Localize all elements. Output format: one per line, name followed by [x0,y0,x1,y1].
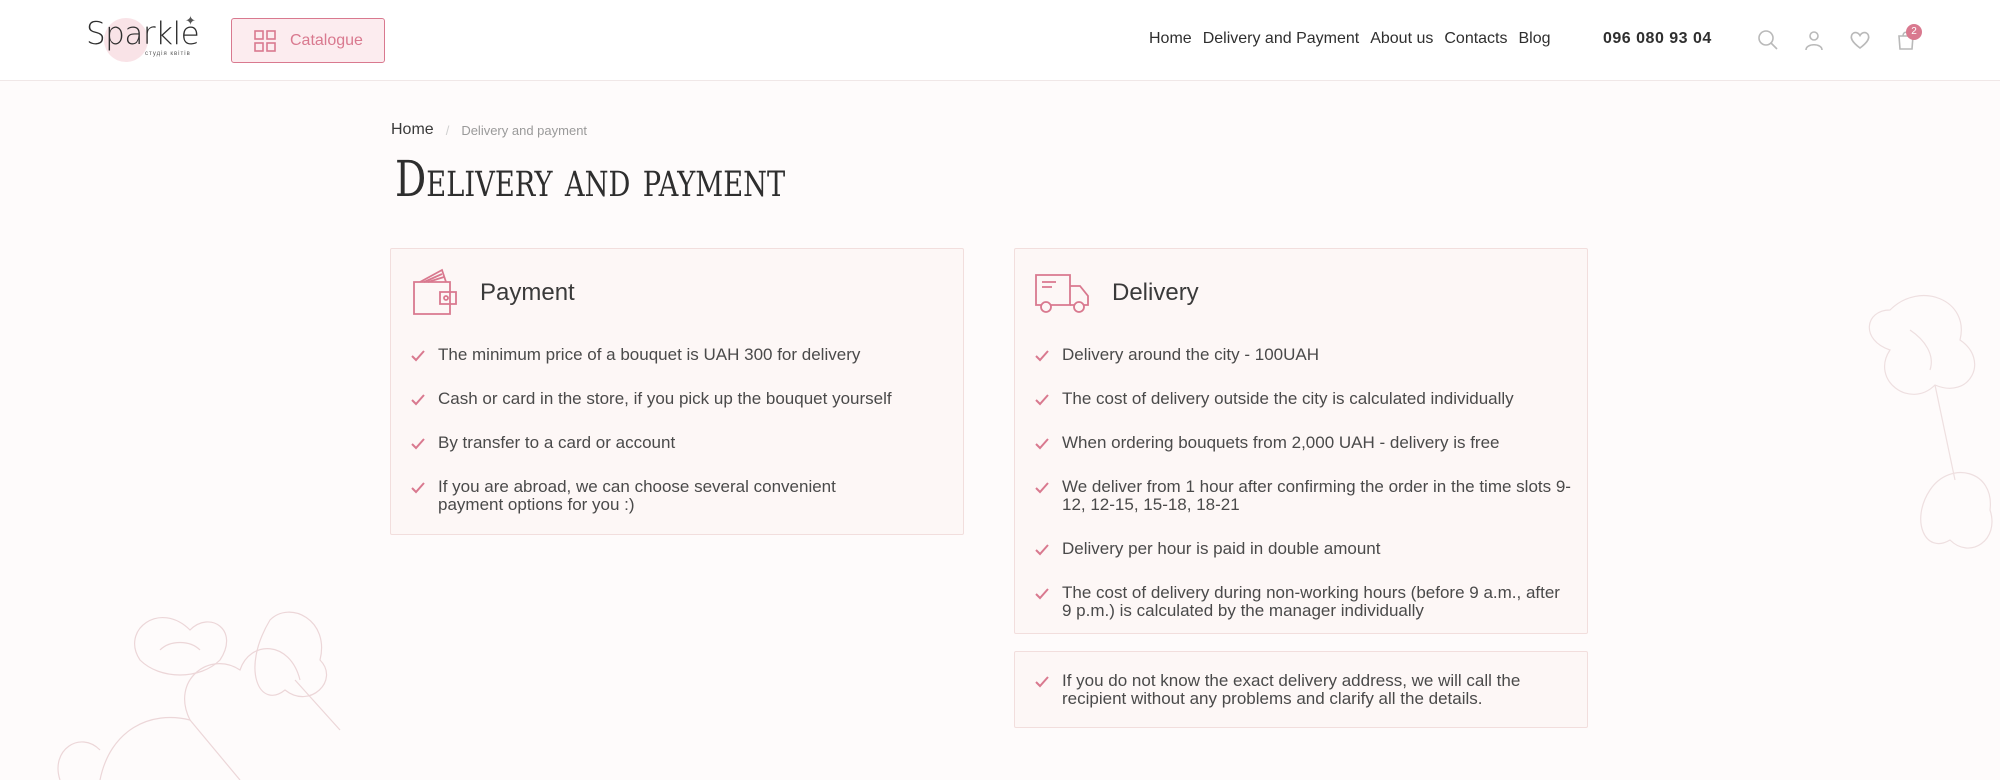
site-header: Sparkle ✦ студія квітів Catalogue Home D… [0,0,2000,81]
catalogue-label: Catalogue [290,31,363,49]
list-item: Delivery around the city - 100UAH [1034,346,1574,364]
delivery-card: Delivery Delivery around the city - 100U… [1014,248,1588,634]
check-icon [411,350,425,362]
list-item: If you do not know the exact delivery ad… [1034,672,1574,708]
delivery-note-card: If you do not know the exact delivery ad… [1014,651,1588,728]
list-item: Cash or card in the store, if you pick u… [410,390,950,408]
nav-home[interactable]: Home [1149,30,1192,48]
catalogue-button[interactable]: Catalogue [231,18,385,63]
breadcrumb-separator: / [445,122,450,138]
check-icon [1035,588,1049,600]
note-text: If you do not know the exact delivery ad… [1062,671,1521,708]
truck-icon [1035,274,1089,313]
wallet-icon [413,268,457,315]
logo-text: Sparkle [86,16,200,52]
list-item: The cost of delivery outside the city is… [1034,390,1574,408]
check-icon [1035,482,1049,494]
payment-title: Payment [480,279,575,306]
breadcrumb: Home / Delivery and payment [391,121,587,139]
list-item: The minimum price of a bouquet is UAH 30… [410,346,950,364]
breadcrumb-home[interactable]: Home [391,121,434,139]
logo[interactable]: Sparkle ✦ студія квітів [86,13,206,64]
user-icon[interactable] [1802,28,1826,52]
list-item-text: By transfer to a card or account [438,433,676,452]
check-icon [1035,438,1049,450]
delivery-list: Delivery around the city - 100UAH The co… [1034,346,1574,620]
list-item-text: The cost of delivery during non-working … [1062,583,1560,620]
check-icon [411,438,425,450]
grid-icon [254,29,276,52]
heart-icon[interactable] [1848,28,1872,52]
list-item-text: Delivery per hour is paid in double amou… [1062,539,1381,558]
payment-card-header: Payment [410,268,575,318]
logo-tagline: студія квітів [145,51,191,57]
check-icon [411,394,425,406]
list-item-text: If you are abroad, we can choose several… [438,477,836,514]
list-item-text: Cash or card in the store, if you pick u… [438,389,892,408]
check-icon [1035,350,1049,362]
delivery-title: Delivery [1112,279,1199,306]
list-item: The cost of delivery during non-working … [1034,584,1574,620]
payment-card: Payment The minimum price of a bouquet i… [390,248,964,535]
search-icon[interactable] [1756,28,1780,52]
main-nav: Home Delivery and Payment About us Conta… [1149,30,1551,48]
flower-decoration-left [57,611,341,780]
list-item: By transfer to a card or account [410,434,950,452]
check-icon [1035,544,1049,556]
cart-count-badge: 2 [1906,24,1922,40]
list-item-text: The cost of delivery outside the city is… [1062,389,1514,408]
flower-decoration-right [1868,294,1993,549]
phone-number[interactable]: 096 080 93 04 [1603,30,1712,48]
list-item: We deliver from 1 hour after confirming … [1034,478,1574,514]
list-item: Delivery per hour is paid in double amou… [1034,540,1574,558]
list-item-text: The minimum price of a bouquet is UAH 30… [438,345,861,364]
list-item-text: Delivery around the city - 100UAH [1062,345,1320,364]
list-item: When ordering bouquets from 2,000 UAH - … [1034,434,1574,452]
nav-contacts[interactable]: Contacts [1444,30,1507,48]
sparkle-icon: ✦ [185,13,196,28]
nav-delivery-payment[interactable]: Delivery and Payment [1203,30,1360,48]
delivery-card-header: Delivery [1034,272,1199,314]
nav-about[interactable]: About us [1370,30,1433,48]
check-icon [1035,676,1049,688]
nav-blog[interactable]: Blog [1519,30,1551,48]
list-item-text: When ordering bouquets from 2,000 UAH - … [1062,433,1500,452]
note-list: If you do not know the exact delivery ad… [1034,672,1574,708]
list-item: If you are abroad, we can choose several… [410,478,950,514]
breadcrumb-current: Delivery and payment [461,122,588,138]
list-item-text: We deliver from 1 hour after confirming … [1062,477,1571,514]
check-icon [411,482,425,494]
check-icon [1035,394,1049,406]
page-title: Delivery and payment [395,150,786,208]
payment-list: The minimum price of a bouquet is UAH 30… [410,346,950,514]
